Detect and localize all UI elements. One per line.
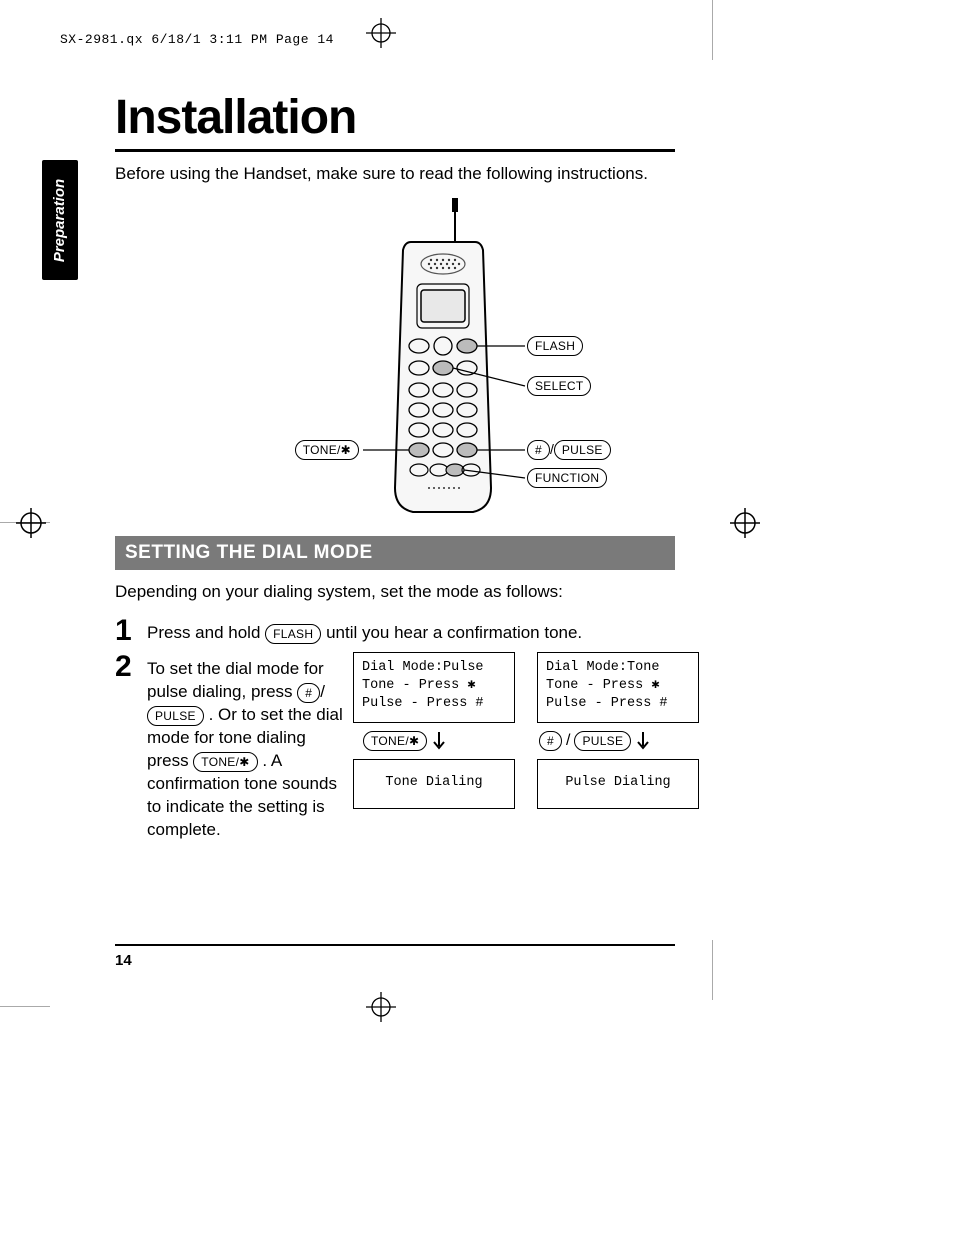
flash-button-label: FLASH xyxy=(527,336,583,356)
registration-mark-icon xyxy=(16,508,46,538)
lcd-column-tone: Dial Mode:Pulse Tone - Press ✱ Pulse - P… xyxy=(353,652,515,809)
lcd-screen-tone-result: Tone Dialing xyxy=(353,759,515,809)
down-arrow-icon xyxy=(431,730,447,752)
down-arrow-icon xyxy=(635,730,651,752)
callout-hash-pulse: #/PULSE xyxy=(527,440,611,460)
callout-function: FUNCTION xyxy=(527,468,607,488)
step-2: 2 To set the dial mode for pulse dialing… xyxy=(115,652,675,842)
select-button-label: SELECT xyxy=(527,376,591,396)
section-tab-label: Preparation xyxy=(52,178,69,261)
section-heading: SETTING THE DIAL MODE xyxy=(115,536,675,570)
pulse-button-label: PULSE xyxy=(554,440,611,460)
intro-text: Before using the Handset, make sure to r… xyxy=(115,164,675,184)
step-1: 1 Press and hold FLASH until you hear a … xyxy=(115,616,675,646)
pulse-button-inline: PULSE xyxy=(147,706,204,726)
callout-flash: FLASH xyxy=(527,336,583,356)
step-2-text: To set the dial mode for pulse dialing, … xyxy=(147,652,347,842)
lcd-examples: Dial Mode:Pulse Tone - Press ✱ Pulse - P… xyxy=(353,652,699,809)
lcd-column-pulse: Dial Mode:Tone Tone - Press ✱ Pulse - Pr… xyxy=(537,652,699,809)
step-number: 2 xyxy=(115,652,137,682)
trim-mark xyxy=(712,0,713,60)
pulse-button-mid: PULSE xyxy=(574,731,631,751)
trim-mark xyxy=(0,1006,50,1007)
tone-star-button-inline: TONE/✱ xyxy=(193,752,257,772)
lcd-screen-pulse-mode: Dial Mode:Pulse Tone - Press ✱ Pulse - P… xyxy=(353,652,515,723)
lcd-screen-pulse-result: Pulse Dialing xyxy=(537,759,699,809)
hash-button-mid: # xyxy=(539,731,562,751)
arrow-pulse: #/PULSE xyxy=(539,729,699,753)
registration-mark-icon xyxy=(366,18,396,48)
registration-mark-icon xyxy=(730,508,760,538)
tone-star-button-mid: TONE/✱ xyxy=(363,731,427,751)
callout-tone-star: TONE/✱ xyxy=(295,440,359,460)
arrow-tone: TONE/✱ xyxy=(363,729,515,753)
registration-mark-icon xyxy=(366,992,396,1022)
section-intro: Depending on your dialing system, set th… xyxy=(115,582,675,602)
callout-select: SELECT xyxy=(527,376,591,396)
section-tab: Preparation xyxy=(42,160,78,280)
step-number: 1 xyxy=(115,616,137,646)
handset-diagram: FLASH SELECT #/PULSE FUNCTION TONE/✱ xyxy=(185,198,605,518)
step-1-post: until you hear a confirmation tone. xyxy=(326,623,582,642)
function-button-label: FUNCTION xyxy=(527,468,607,488)
print-slug: SX-2981.qx 6/18/1 3:11 PM Page 14 xyxy=(60,32,334,47)
step-1-pre: Press and hold xyxy=(147,623,265,642)
page-number: 14 xyxy=(115,952,132,969)
trim-mark xyxy=(712,940,713,1000)
hash-button-label: # xyxy=(527,440,550,460)
footer-rule xyxy=(115,944,675,946)
flash-button-inline: FLASH xyxy=(265,624,321,644)
hash-button-inline: # xyxy=(297,683,320,703)
page-title: Installation xyxy=(115,90,675,152)
lcd-screen-tone-mode: Dial Mode:Tone Tone - Press ✱ Pulse - Pr… xyxy=(537,652,699,723)
tone-star-button-label: TONE/✱ xyxy=(295,440,359,460)
